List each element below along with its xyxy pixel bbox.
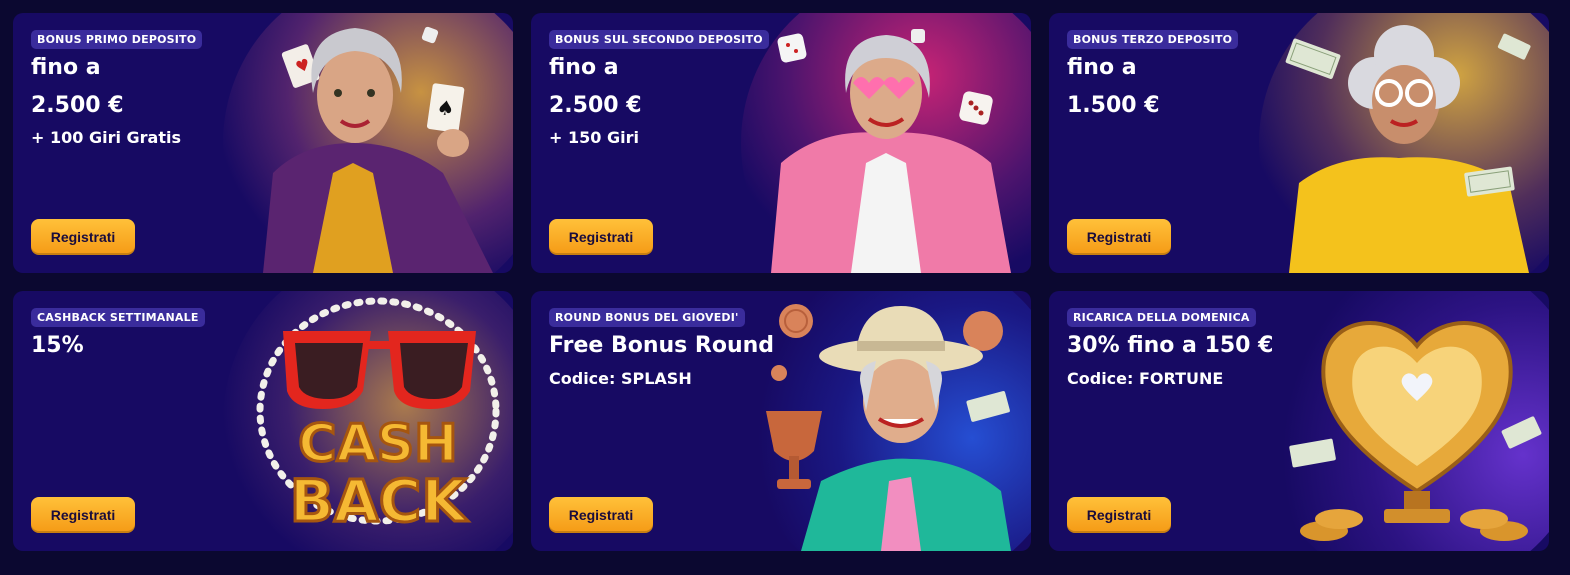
register-button[interactable]: Registrati bbox=[1067, 219, 1171, 255]
promo-code-text: Codice: FORTUNE bbox=[1067, 369, 1224, 388]
promo-amount: 2.500 € bbox=[549, 93, 642, 118]
register-button[interactable]: Registrati bbox=[31, 219, 135, 255]
promo-badge: BONUS PRIMO DEPOSITO bbox=[31, 30, 203, 49]
cashback-sunglasses-illustration: CASH BACK bbox=[256, 297, 500, 537]
promo-card-thursday-bonus-round: ROUND BONUS DEL GIOVEDI' Free Bonus Roun… bbox=[531, 291, 1031, 551]
promo-code-text: Codice: SPLASH bbox=[549, 369, 692, 388]
register-button[interactable]: Registrati bbox=[31, 497, 135, 533]
register-button[interactable]: Registrati bbox=[549, 219, 653, 255]
promo-card-first-deposit: ♥ ♠ BONUS PRIMO DEPOSITO fino a 2.500 € … bbox=[13, 13, 513, 273]
register-button[interactable]: Registrati bbox=[1067, 497, 1171, 533]
promo-subtext: + 150 Giri bbox=[549, 128, 639, 147]
svg-text:♠: ♠ bbox=[435, 95, 456, 121]
promo-badge: BONUS SUL SECONDO DEPOSITO bbox=[549, 30, 769, 49]
promo-subtext: + 100 Giri Gratis bbox=[31, 128, 181, 147]
cashback-art-text-top: CASH bbox=[298, 414, 457, 474]
cashback-art-text-bottom: BACK bbox=[290, 467, 469, 535]
promo-card-sunday-reload: RICARICA DELLA DOMENICA 30% fino a 150 €… bbox=[1049, 291, 1549, 551]
promo-badge: RICARICA DELLA DOMENICA bbox=[1067, 308, 1256, 327]
promo-headline: fino a bbox=[549, 55, 619, 80]
promotions-grid: ♥ ♠ BONUS PRIMO DEPOSITO fino a 2.500 € … bbox=[13, 13, 1549, 551]
grandma-dice-illustration bbox=[771, 29, 1011, 273]
promo-headline: 15% bbox=[31, 333, 84, 358]
promo-card-third-deposit: BONUS TERZO DEPOSITO fino a 1.500 € Regi… bbox=[1049, 13, 1549, 273]
promo-card-second-deposit: BONUS SUL SECONDO DEPOSITO fino a 2.500 … bbox=[531, 13, 1031, 273]
promo-headline: 30% fino a 150 € bbox=[1067, 333, 1274, 358]
golden-heart-trophy-illustration bbox=[1289, 321, 1542, 541]
grandma-trophy-illustration bbox=[766, 304, 1011, 551]
promo-amount: 1.500 € bbox=[1067, 93, 1160, 118]
promo-card-weekly-cashback: CASH BACK CASHBACK SETTIMANALE 15% Regis… bbox=[13, 291, 513, 551]
promo-badge: BONUS TERZO DEPOSITO bbox=[1067, 30, 1239, 49]
promo-headline: fino a bbox=[1067, 55, 1137, 80]
promo-amount: 2.500 € bbox=[31, 93, 124, 118]
register-button[interactable]: Registrati bbox=[549, 497, 653, 533]
promo-badge: CASHBACK SETTIMANALE bbox=[31, 308, 205, 327]
promo-headline: fino a bbox=[31, 55, 101, 80]
grandma-money-illustration bbox=[1285, 25, 1531, 273]
grandma-cards-illustration: ♥ ♠ bbox=[263, 26, 493, 273]
promo-badge: ROUND BONUS DEL GIOVEDI' bbox=[549, 308, 745, 327]
promo-headline: Free Bonus Round bbox=[549, 333, 775, 358]
